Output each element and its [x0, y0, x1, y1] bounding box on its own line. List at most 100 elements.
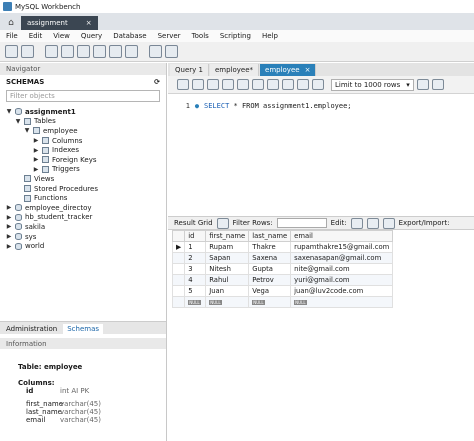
filter-rows-input[interactable]: [276, 218, 327, 228]
expand-arrow-icon[interactable]: ▶: [33, 137, 39, 144]
cell-last-name[interactable]: Vega: [248, 285, 292, 297]
tree-item-stored-procedures[interactable]: Stored Procedures: [0, 184, 166, 194]
cell-id[interactable]: NULL: [184, 296, 207, 308]
explain-icon[interactable]: [237, 79, 249, 90]
expand-arrow-icon[interactable]: ▼: [6, 108, 12, 115]
tree-item-hb-student-tracker[interactable]: ▶ hb_student_tracker: [0, 213, 166, 223]
limit-rows-select[interactable]: Limit to 1000 rows ▾: [331, 78, 414, 91]
stop-icon[interactable]: [252, 79, 264, 90]
inspector-icon[interactable]: [45, 45, 58, 58]
tab-employee[interactable]: employee ×: [260, 64, 317, 76]
cell-first-name[interactable]: Rahul: [205, 274, 250, 286]
tree-item-triggers[interactable]: ▶ Triggers: [0, 165, 166, 175]
open-sql-script-icon[interactable]: [21, 45, 34, 58]
menu-help[interactable]: Help: [262, 32, 278, 40]
menu-file[interactable]: File: [6, 32, 18, 40]
sql-code-line[interactable]: 1 ● SELECT * FROM assignment1.employee;: [168, 99, 474, 113]
cell-first-name[interactable]: NULL: [205, 296, 250, 308]
create-function-icon[interactable]: [125, 45, 138, 58]
expand-arrow-icon[interactable]: ▼: [24, 127, 30, 134]
table-row[interactable]: 3 Nitesh Gupta nite@gmail.com: [171, 263, 394, 275]
tree-item-employee[interactable]: ▼ employee: [0, 126, 166, 136]
open-file-icon[interactable]: [177, 79, 189, 90]
column-header-id[interactable]: id: [184, 230, 207, 242]
tree-item-tables[interactable]: ▼ Tables: [0, 117, 166, 127]
menu-tools[interactable]: Tools: [192, 32, 209, 40]
expand-arrow-icon[interactable]: ▼: [15, 118, 21, 125]
expand-arrow-icon[interactable]: ▶: [6, 204, 12, 211]
cell-first-name[interactable]: Sapan: [205, 252, 250, 264]
beautify-icon[interactable]: [416, 79, 429, 90]
tree-item-views[interactable]: Views: [0, 174, 166, 184]
table-row[interactable]: 4 Rahul Petrov yuri@gmail.com: [171, 274, 394, 286]
create-table-icon[interactable]: [77, 45, 90, 58]
cell-email[interactable]: rupamthakre15@gmail.com: [290, 241, 394, 253]
create-schema-icon[interactable]: [61, 45, 74, 58]
menu-scripting[interactable]: Scripting: [220, 32, 251, 40]
tab-schemas[interactable]: Schemas: [63, 324, 104, 334]
cell-first-name[interactable]: Rupam: [205, 241, 250, 253]
edit-row-icon[interactable]: [350, 217, 363, 229]
expand-arrow-icon[interactable]: ▶: [33, 147, 39, 154]
cell-id[interactable]: 5: [184, 285, 207, 297]
find-icon[interactable]: [431, 79, 444, 90]
cell-email[interactable]: NULL: [290, 296, 394, 308]
tree-item-columns[interactable]: ▶ Columns: [0, 136, 166, 146]
tab-query1[interactable]: Query 1: [170, 64, 209, 76]
cell-email[interactable]: saxenasapan@gmail.com: [290, 252, 394, 264]
cell-last-name[interactable]: Gupta: [248, 263, 292, 275]
tree-item-indexes[interactable]: ▶ Indexes: [0, 145, 166, 155]
execute-icon[interactable]: [207, 79, 219, 90]
home-icon[interactable]: ⌂: [3, 16, 19, 30]
expand-arrow-icon[interactable]: ▶: [6, 214, 12, 221]
cell-last-name[interactable]: NULL: [248, 296, 292, 308]
menu-query[interactable]: Query: [81, 32, 102, 40]
autocommit-icon[interactable]: [312, 79, 324, 90]
reconnect-icon[interactable]: [165, 45, 178, 58]
commit-icon[interactable]: [282, 79, 294, 90]
delete-row-icon[interactable]: [382, 217, 395, 229]
connection-tab[interactable]: assignment ×: [21, 16, 98, 30]
menu-server[interactable]: Server: [158, 32, 181, 40]
table-row[interactable]: 5 Juan Vega juan@luv2code.com: [171, 285, 394, 297]
grid-icon[interactable]: [216, 217, 229, 229]
tab-employee-modified[interactable]: employee*: [209, 64, 260, 76]
cell-email[interactable]: yuri@gmail.com: [290, 274, 394, 286]
result-grid-label[interactable]: Result Grid: [174, 219, 213, 227]
tree-item-sakila[interactable]: ▶ sakila: [0, 222, 166, 232]
create-procedure-icon[interactable]: [109, 45, 122, 58]
tree-item-foreign-keys[interactable]: ▶ Foreign Keys: [0, 155, 166, 165]
add-row-icon[interactable]: [366, 217, 379, 229]
tree-item-employee-directory[interactable]: ▶ employee_directoy: [0, 203, 166, 213]
column-header-last-name[interactable]: last_name: [248, 230, 292, 242]
cell-id[interactable]: 1: [184, 241, 207, 253]
expand-arrow-icon[interactable]: ▶: [6, 243, 12, 250]
cell-first-name[interactable]: Nitesh: [205, 263, 250, 275]
cell-id[interactable]: 3: [184, 263, 207, 275]
column-header-email[interactable]: email: [290, 230, 394, 242]
close-icon[interactable]: ×: [86, 19, 92, 27]
menu-edit[interactable]: Edit: [29, 32, 43, 40]
create-view-icon[interactable]: [93, 45, 106, 58]
cell-id[interactable]: 2: [184, 252, 207, 264]
execute-current-icon[interactable]: [222, 79, 234, 90]
close-icon[interactable]: ×: [305, 66, 311, 74]
expand-arrow-icon[interactable]: ▶: [33, 156, 39, 163]
cell-id[interactable]: 4: [184, 274, 207, 286]
search-table-data-icon[interactable]: [149, 45, 162, 58]
expand-arrow-icon[interactable]: ▶: [6, 233, 12, 240]
cell-last-name[interactable]: Petrov: [248, 274, 292, 286]
table-row[interactable]: ▶ 1 Rupam Thakre rupamthakre15@gmail.com: [171, 241, 394, 253]
new-row[interactable]: NULL NULL NULL NULL: [171, 296, 394, 308]
new-sql-tab-icon[interactable]: [5, 45, 18, 58]
rollback-icon[interactable]: [297, 79, 309, 90]
toggle-error-icon[interactable]: [267, 79, 279, 90]
cell-email[interactable]: juan@luv2code.com: [290, 285, 394, 297]
tree-item-assignment1[interactable]: ▼ assignment1: [0, 107, 166, 117]
cell-last-name[interactable]: Saxena: [248, 252, 292, 264]
table-row[interactable]: 2 Sapan Saxena saxenasapan@gmail.com: [171, 252, 394, 264]
cell-first-name[interactable]: Juan: [205, 285, 250, 297]
menu-view[interactable]: View: [53, 32, 70, 40]
save-icon[interactable]: [192, 79, 204, 90]
tree-item-world[interactable]: ▶ world: [0, 241, 166, 251]
